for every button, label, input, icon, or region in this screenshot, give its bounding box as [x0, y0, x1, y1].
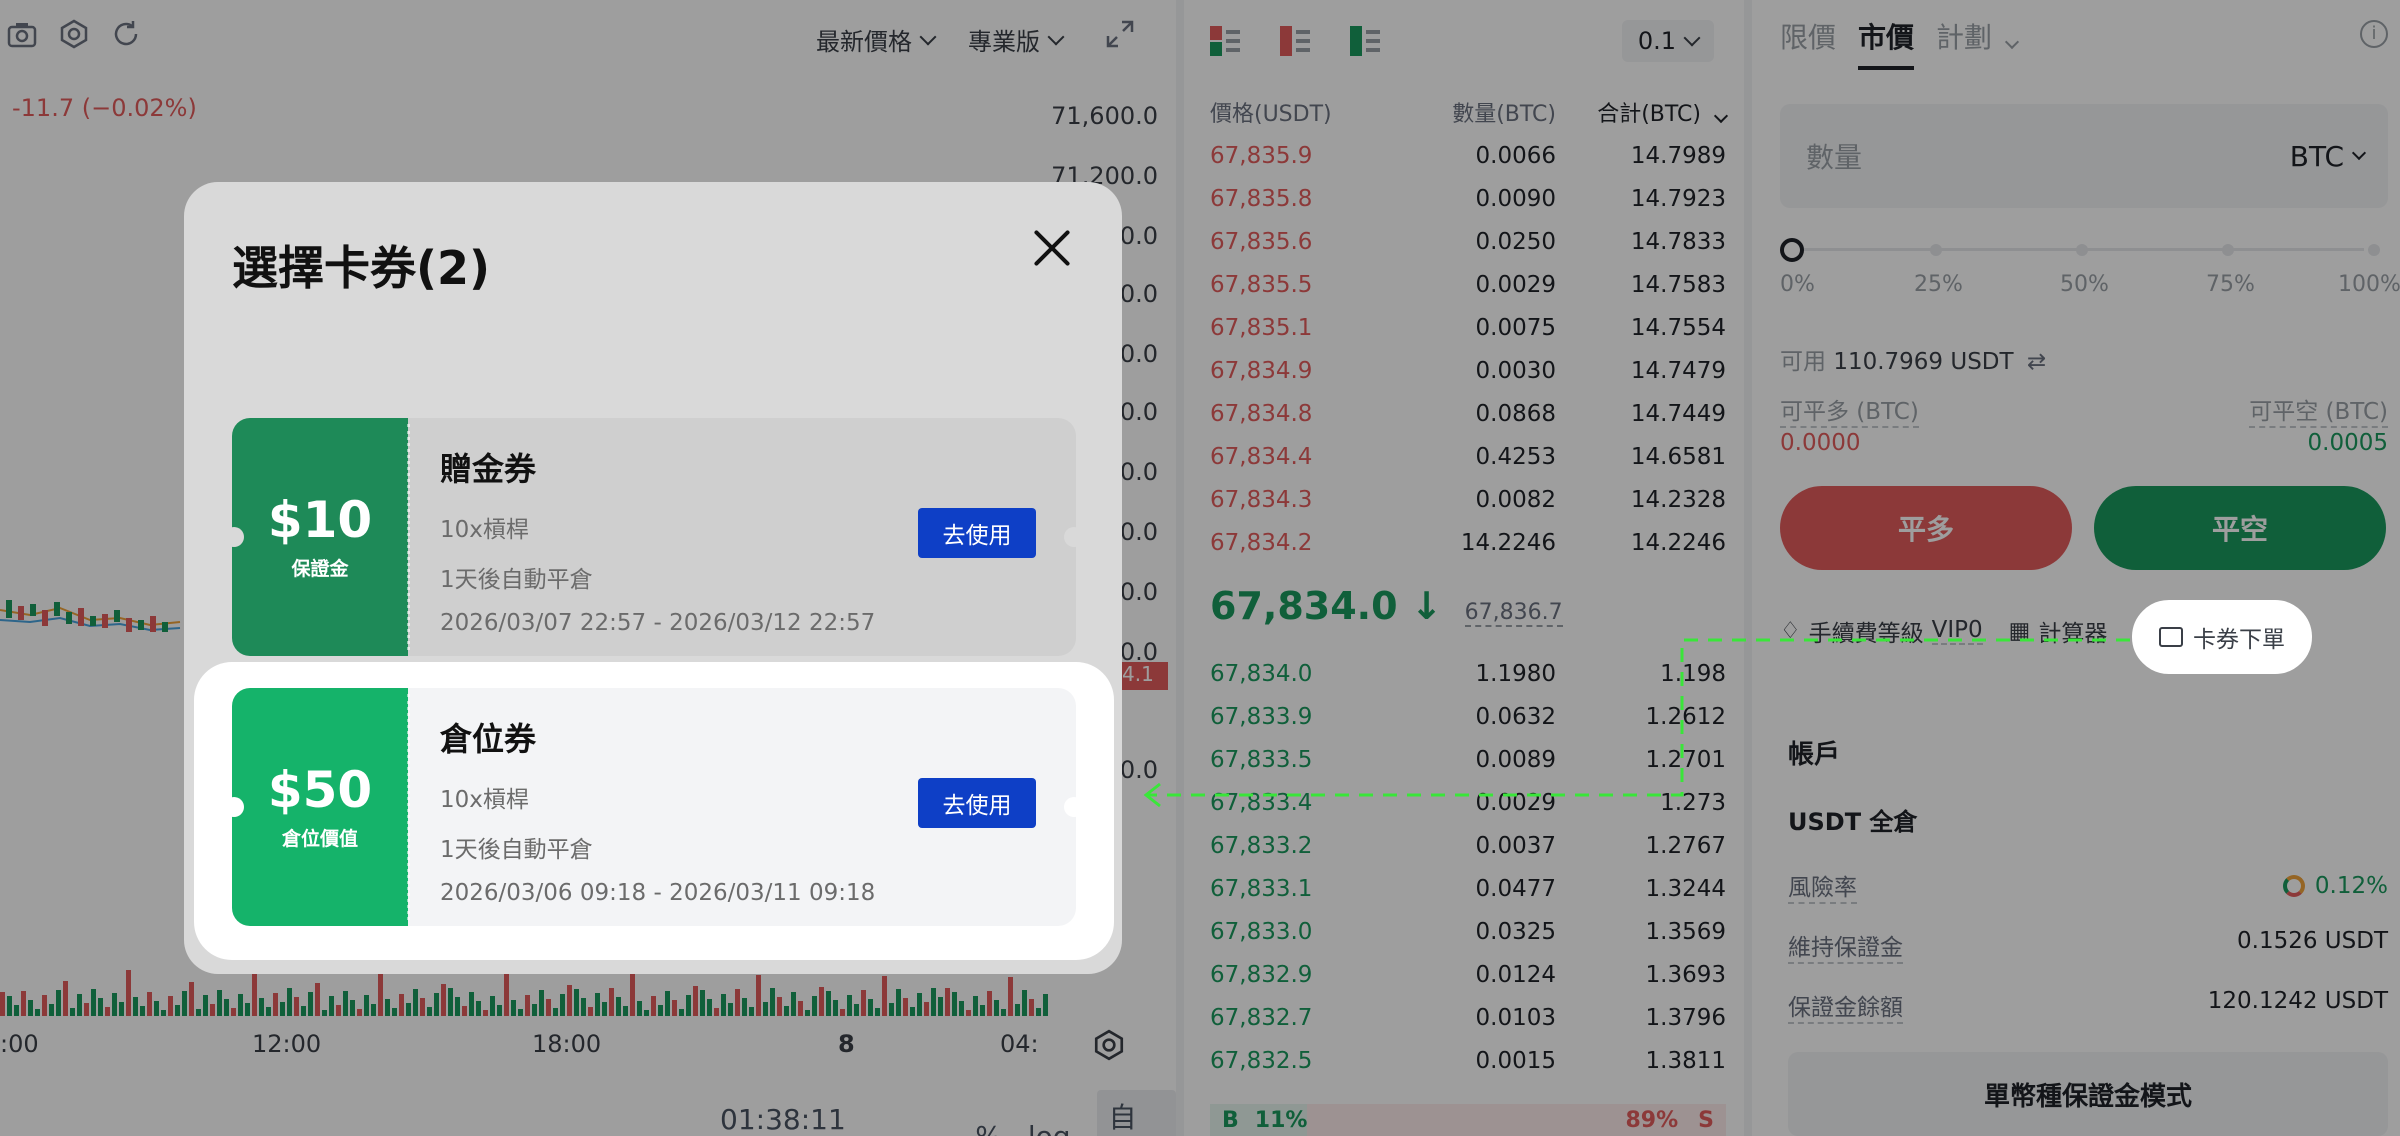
coupon-name: 贈金券	[440, 450, 537, 488]
ticket-icon	[2159, 627, 2183, 647]
use-coupon-button[interactable]: 去使用	[918, 778, 1036, 828]
coupon-amount-type: 保證金	[291, 558, 349, 580]
perforation	[407, 694, 410, 920]
coupon-amount: $10	[267, 491, 373, 549]
coupon-period: 2026/03/07 22:57 - 2026/03/12 22:57	[440, 610, 876, 636]
close-icon[interactable]	[1032, 228, 1072, 268]
coupon-amount-block: $10 保證金	[232, 418, 410, 656]
coupon-period: 2026/03/06 09:18 - 2026/03/11 09:18	[440, 880, 876, 906]
coupon-order-label: 卡券下單	[2193, 627, 2285, 653]
highlighted-coupon: $50 倉位價值 倉位券 10x槓桿 1天後自動平倉 2026/03/06 09…	[194, 662, 1114, 960]
coupon-card: $10 保證金 贈金券 10x槓桿 1天後自動平倉 2026/03/07 22:…	[224, 418, 1084, 656]
coupon-amount-type: 倉位價值	[281, 828, 358, 850]
coupon-notch	[224, 797, 244, 817]
coupon-notch	[1064, 797, 1084, 817]
coupon-rule: 1天後自動平倉	[440, 837, 593, 863]
coupon-amount: $50	[267, 761, 373, 819]
coupon-rule: 1天後自動平倉	[440, 567, 593, 593]
coupon-notch	[224, 527, 244, 547]
coupon-details: 倉位券 10x槓桿 1天後自動平倉 2026/03/06 09:18 - 202…	[440, 714, 875, 906]
use-coupon-button[interactable]: 去使用	[918, 508, 1036, 558]
coupon-amount-block: $50 倉位價值	[232, 688, 410, 926]
modal-title: 選擇卡券(2)	[232, 241, 491, 295]
coupon-leverage: 10x槓桿	[440, 517, 529, 543]
coupon-card: $50 倉位價值 倉位券 10x槓桿 1天後自動平倉 2026/03/06 09…	[224, 688, 1084, 926]
coupon-order-button[interactable]: 卡券下單	[2132, 600, 2312, 674]
coupon-leverage: 10x槓桿	[440, 787, 529, 813]
coupon-name: 倉位券	[440, 720, 537, 758]
perforation	[407, 424, 410, 650]
coupon-details: 贈金券 10x槓桿 1天後自動平倉 2026/03/07 22:57 - 202…	[440, 444, 875, 636]
coupon-notch	[1064, 527, 1084, 547]
